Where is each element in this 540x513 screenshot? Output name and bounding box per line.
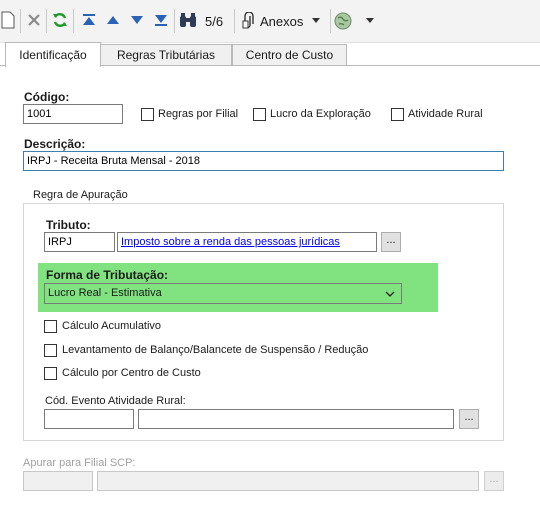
scp-branch-lookup-button[interactable]: ... bbox=[484, 471, 504, 491]
first-record-button[interactable] bbox=[79, 9, 99, 31]
paperclip-icon bbox=[242, 12, 254, 29]
toolbar-separator bbox=[20, 9, 21, 33]
tax-description-link[interactable]: Imposto sobre a renda das pessoas jurídi… bbox=[121, 236, 340, 248]
new-document-button[interactable] bbox=[0, 9, 18, 31]
rural-event-code-label: Cód. Evento Atividade Rural: bbox=[45, 395, 186, 407]
description-field[interactable]: IRPJ - Receita Bruta Mensal - 2018 bbox=[23, 151, 504, 171]
rules-by-branch-label: Regras por Filial bbox=[158, 108, 239, 120]
chevron-down-icon bbox=[312, 18, 321, 23]
chevron-down-icon bbox=[366, 18, 374, 23]
rural-event-code-field[interactable] bbox=[44, 409, 134, 429]
tab-identificacao[interactable]: Identificação bbox=[5, 42, 101, 67]
toolbar: 5/6 Anexos bbox=[0, 0, 540, 43]
triangle-down-icon bbox=[131, 16, 143, 24]
description-label: Descrição: bbox=[24, 137, 86, 151]
exploration-profit-checkbox[interactable] bbox=[253, 108, 266, 121]
cumulative-calc-checkbox[interactable] bbox=[44, 320, 57, 333]
find-button[interactable] bbox=[178, 9, 198, 31]
tax-lookup-button[interactable]: ... bbox=[381, 232, 401, 252]
toolbar-separator bbox=[330, 9, 331, 33]
taxation-form-value: Lucro Real - Estimativa bbox=[48, 287, 162, 299]
toolbar-separator bbox=[73, 9, 74, 33]
rules-by-branch-checkbox[interactable] bbox=[141, 108, 154, 121]
code-field[interactable]: 1001 bbox=[23, 104, 123, 124]
tax-description-field[interactable]: Imposto sobre a renda das pessoas jurídi… bbox=[117, 232, 377, 252]
tab-centro-de-custo[interactable]: Centro de Custo bbox=[232, 44, 347, 65]
cost-center-calc-label: Cálculo por Centro de Custo bbox=[62, 367, 201, 379]
globe-icon bbox=[334, 12, 352, 30]
toolbar-separator bbox=[46, 9, 47, 33]
attachments-button[interactable]: Anexos bbox=[241, 9, 329, 33]
document-icon bbox=[1, 11, 15, 29]
chevron-down-icon bbox=[385, 284, 395, 303]
scp-branch-description-field[interactable] bbox=[97, 471, 479, 491]
tax-code-field[interactable]: IRPJ bbox=[44, 232, 115, 252]
binoculars-icon bbox=[180, 13, 196, 27]
balance-survey-checkbox[interactable] bbox=[44, 344, 57, 357]
scp-branch-code-field[interactable] bbox=[23, 471, 93, 491]
cost-center-calc-checkbox[interactable] bbox=[44, 367, 57, 380]
taxation-form-label: Forma de Tributação: bbox=[46, 268, 169, 282]
apuration-rule-title: Regra de Apuração bbox=[30, 189, 131, 201]
toolbar-separator bbox=[174, 9, 175, 33]
first-record-icon bbox=[83, 14, 95, 25]
taxation-form-select[interactable]: Lucro Real - Estimativa bbox=[44, 283, 402, 304]
tab-regras-tributarias[interactable]: Regras Tributárias bbox=[100, 44, 232, 65]
triangle-up-icon bbox=[107, 16, 119, 24]
last-record-button[interactable] bbox=[151, 9, 171, 31]
delete-button[interactable] bbox=[24, 9, 44, 31]
balance-survey-label: Levantamento de Balanço/Balancete de Sus… bbox=[62, 344, 369, 356]
record-counter: 5/6 bbox=[205, 14, 224, 29]
previous-record-button[interactable] bbox=[103, 9, 123, 31]
attachments-label: Anexos bbox=[260, 13, 304, 29]
exploration-profit-label: Lucro da Exploração bbox=[270, 108, 371, 120]
next-record-button[interactable] bbox=[127, 9, 147, 31]
rural-activity-label: Atividade Rural bbox=[408, 108, 483, 120]
rural-event-description-field[interactable] bbox=[138, 409, 454, 429]
refresh-button[interactable] bbox=[50, 9, 70, 31]
cumulative-calc-label: Cálculo Acumulativo bbox=[62, 320, 162, 332]
globe-menu-button[interactable] bbox=[334, 9, 378, 33]
close-icon bbox=[28, 14, 40, 26]
rural-activity-checkbox[interactable] bbox=[391, 108, 404, 121]
last-record-icon bbox=[155, 15, 167, 26]
toolbar-separator bbox=[234, 9, 235, 33]
rural-event-lookup-button[interactable]: ... bbox=[459, 409, 479, 429]
refresh-icon bbox=[53, 13, 67, 27]
scp-branch-label: Apurar para Filial SCP: bbox=[23, 457, 136, 469]
tax-label: Tributo: bbox=[46, 218, 91, 232]
code-label: Código: bbox=[24, 90, 70, 104]
